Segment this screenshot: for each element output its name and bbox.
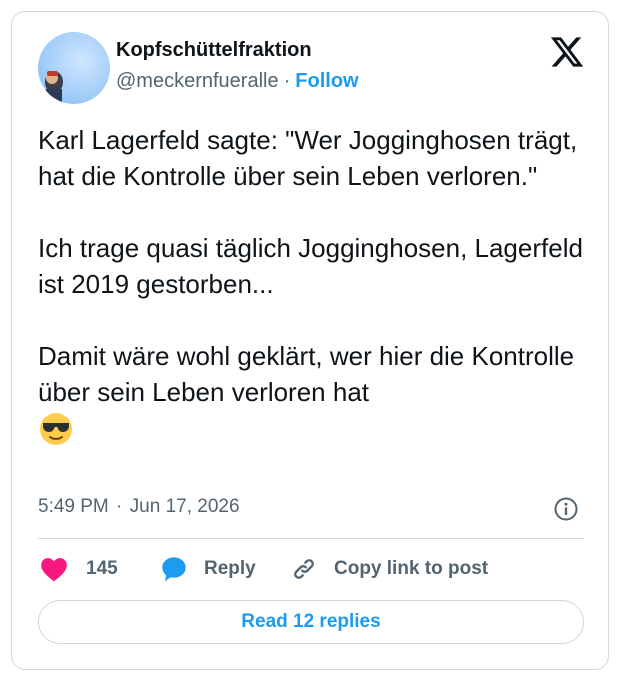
reply-button[interactable]: Reply: [160, 554, 256, 584]
sunglasses-emoji-icon: [38, 411, 74, 447]
author-handle[interactable]: @meckernfueralle: [116, 70, 279, 92]
tweet-paragraph: Ich trage quasi täglich Jogginghosen, La…: [38, 233, 583, 299]
tweet-paragraph: Karl Lagerfeld sagte: "Wer Jogginghosen …: [38, 125, 578, 191]
read-replies-button[interactable]: Read 12 replies: [38, 600, 584, 644]
speech-bubble-icon: [162, 557, 186, 582]
author-handle-row: @meckernfueralle · Follow: [116, 70, 359, 93]
author-name[interactable]: Kopfschüttelfraktion: [116, 39, 312, 62]
handle-separator: ·: [283, 70, 291, 92]
tweet-paragraph-text: Damit wäre wohl geklärt, wer hier die Ko…: [38, 341, 575, 407]
tweet-date: Jun 17, 2026: [129, 496, 240, 517]
divider: [38, 538, 584, 539]
info-icon[interactable]: [553, 496, 579, 522]
timestamp-separator: ·: [116, 496, 123, 517]
author-avatar[interactable]: [38, 32, 110, 104]
tweet-time: 5:49 PM: [38, 496, 109, 517]
tweet-timestamp[interactable]: 5:49 PM · Jun 17, 2026: [38, 496, 240, 518]
tweet-card: Kopfschüttelfraktion @meckernfueralle · Fo…: [11, 11, 609, 670]
follow-button[interactable]: Follow: [295, 70, 358, 92]
copy-link-label: Copy link to post: [334, 558, 489, 579]
avatar-image: [38, 32, 110, 104]
like-button[interactable]: 145: [40, 554, 118, 584]
link-icon: [294, 559, 314, 579]
tweet-paragraph: Damit wäre wohl geklärt, wer hier die Ko…: [38, 338, 588, 447]
copy-link-button[interactable]: Copy link to post: [290, 554, 488, 584]
like-count: 145: [86, 558, 118, 579]
x-logo-icon[interactable]: [549, 34, 585, 70]
tweet-body: Karl Lagerfeld sagte: "Wer Jogginghosen …: [38, 122, 588, 447]
heart-icon: [41, 558, 67, 582]
reply-label: Reply: [204, 558, 256, 579]
